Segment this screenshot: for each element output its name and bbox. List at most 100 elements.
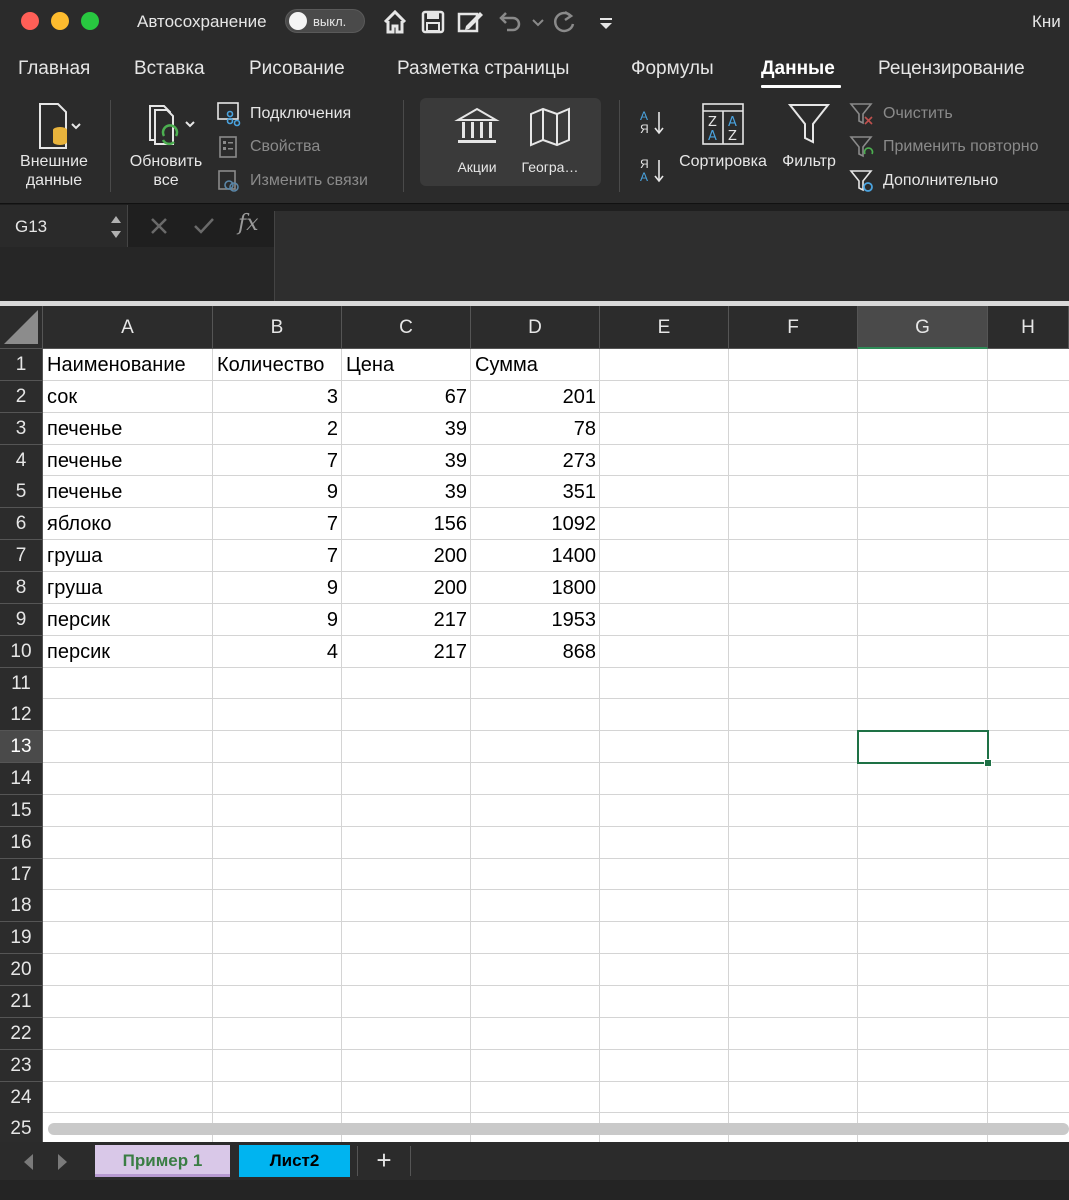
- data-cell[interactable]: яблоко: [43, 508, 213, 539]
- data-cell[interactable]: 200: [342, 572, 471, 603]
- confirm-icon[interactable]: [192, 215, 216, 237]
- data-cell[interactable]: 351: [471, 476, 600, 507]
- data-cell[interactable]: 217: [342, 604, 471, 635]
- data-cell[interactable]: 868: [471, 636, 600, 667]
- data-cell[interactable]: 9: [213, 476, 342, 507]
- row-header-20[interactable]: 20: [0, 954, 43, 987]
- name-box[interactable]: G13: [0, 205, 128, 247]
- worksheet-grid[interactable]: ABCDEFGH 1 2 3 4 5 6 7 8 9 10 11 12 13 14 15 16 17 18 19 20…: [0, 306, 1069, 1142]
- row-header-19[interactable]: 19: [0, 922, 43, 955]
- row-header-5[interactable]: 5: [0, 476, 43, 509]
- data-cell[interactable]: печенье: [43, 413, 213, 444]
- row-header-11[interactable]: 11: [0, 667, 43, 700]
- data-cell[interactable]: 39: [342, 413, 471, 444]
- close-window-button[interactable]: [21, 12, 39, 30]
- insert-function-button[interactable]: fx: [238, 211, 259, 236]
- row-header-7[interactable]: 7: [0, 540, 43, 573]
- data-cell[interactable]: 1400: [471, 540, 600, 571]
- horizontal-scrollbar[interactable]: [48, 1123, 1069, 1135]
- data-cell[interactable]: 2: [213, 413, 342, 444]
- name-box-stepper-icon[interactable]: [109, 210, 123, 244]
- data-cell[interactable]: 3: [213, 381, 342, 412]
- column-header-g[interactable]: G: [858, 306, 988, 349]
- home-icon[interactable]: [381, 8, 409, 36]
- zoom-window-button[interactable]: [81, 12, 99, 30]
- data-cell[interactable]: 4: [213, 636, 342, 667]
- data-cell[interactable]: 7: [213, 508, 342, 539]
- row-header-6[interactable]: 6: [0, 508, 43, 541]
- data-cell[interactable]: 9: [213, 604, 342, 635]
- header-cell[interactable]: Количество: [213, 349, 342, 380]
- row-header-4[interactable]: 4: [0, 444, 43, 477]
- column-header-e[interactable]: E: [600, 306, 729, 349]
- row-header-15[interactable]: 15: [0, 794, 43, 827]
- data-cell[interactable]: персик: [43, 604, 213, 635]
- tab-page-layout[interactable]: Разметка страницы: [397, 58, 569, 80]
- column-header-b[interactable]: B: [213, 306, 342, 349]
- row-header-3[interactable]: 3: [0, 412, 43, 445]
- sheet-tab-primer-1[interactable]: Пример 1: [95, 1145, 230, 1177]
- undo-dropdown-icon[interactable]: [524, 8, 544, 36]
- data-cell[interactable]: 156: [342, 508, 471, 539]
- data-cell[interactable]: 273: [471, 445, 600, 476]
- tab-insert[interactable]: Вставка: [134, 58, 205, 80]
- column-header-h[interactable]: H: [988, 306, 1069, 349]
- previous-sheet-icon[interactable]: [24, 1154, 33, 1170]
- row-header-13[interactable]: 13: [0, 731, 43, 764]
- fill-handle[interactable]: [984, 759, 992, 767]
- undo-icon[interactable]: [495, 8, 523, 36]
- header-cell[interactable]: Сумма: [471, 349, 600, 380]
- properties-button[interactable]: Свойства: [219, 136, 320, 158]
- connections-button[interactable]: Подключения: [217, 102, 351, 127]
- row-header-16[interactable]: 16: [0, 826, 43, 859]
- clear-filter-button[interactable]: Очистить: [849, 103, 953, 125]
- select-all-button[interactable]: [0, 306, 43, 349]
- data-cell[interactable]: 7: [213, 540, 342, 571]
- tab-draw[interactable]: Рисование: [249, 58, 345, 80]
- row-header-25[interactable]: 25: [0, 1113, 43, 1142]
- sort-button[interactable]: ZAAZ Сортировка: [676, 102, 770, 171]
- edit-links-button[interactable]: Изменить связи: [218, 170, 368, 192]
- data-cell[interactable]: печенье: [43, 445, 213, 476]
- data-cell[interactable]: 78: [471, 413, 600, 444]
- sort-z-a-button[interactable]: Я А: [637, 156, 669, 188]
- row-header-1[interactable]: 1: [0, 349, 43, 381]
- header-cell[interactable]: Наименование: [43, 349, 213, 380]
- filter-button[interactable]: Фильтр: [776, 102, 842, 171]
- row-header-17[interactable]: 17: [0, 858, 43, 891]
- column-header-f[interactable]: F: [729, 306, 858, 349]
- row-header-9[interactable]: 9: [0, 603, 43, 636]
- next-sheet-icon[interactable]: [58, 1154, 67, 1170]
- data-cell[interactable]: груша: [43, 540, 213, 571]
- data-cell[interactable]: 67: [342, 381, 471, 412]
- reapply-button[interactable]: Применить повторно: [849, 136, 1039, 158]
- data-cell[interactable]: 1800: [471, 572, 600, 603]
- save-icon[interactable]: [419, 8, 447, 36]
- advanced-filter-button[interactable]: Дополнительно: [849, 170, 998, 192]
- data-cell[interactable]: 200: [342, 540, 471, 571]
- row-header-12[interactable]: 12: [0, 699, 43, 732]
- row-header-18[interactable]: 18: [0, 890, 43, 923]
- stocks-button[interactable]: Акции: [442, 106, 512, 177]
- data-cell[interactable]: 9: [213, 572, 342, 603]
- add-sheet-button[interactable]: +: [372, 1147, 396, 1173]
- cancel-icon[interactable]: [148, 215, 170, 237]
- row-header-2[interactable]: 2: [0, 380, 43, 413]
- data-cell[interactable]: персик: [43, 636, 213, 667]
- tab-formulas[interactable]: Формулы: [631, 58, 714, 80]
- customize-toolbar-icon[interactable]: [592, 8, 614, 36]
- autosave-toggle[interactable]: выкл.: [285, 9, 365, 33]
- data-cell[interactable]: 39: [342, 445, 471, 476]
- row-header-10[interactable]: 10: [0, 635, 43, 668]
- data-cell[interactable]: груша: [43, 572, 213, 603]
- refresh-all-button[interactable]: Обновить все: [122, 100, 210, 190]
- geography-button[interactable]: Геогра…: [510, 106, 590, 177]
- data-cell[interactable]: 7: [213, 445, 342, 476]
- row-header-14[interactable]: 14: [0, 763, 43, 796]
- minimize-window-button[interactable]: [51, 12, 69, 30]
- tab-home[interactable]: Главная: [18, 58, 90, 80]
- row-header-22[interactable]: 22: [0, 1017, 43, 1050]
- column-header-d[interactable]: D: [471, 306, 600, 349]
- formula-input[interactable]: [274, 211, 1069, 301]
- data-cell[interactable]: печенье: [43, 476, 213, 507]
